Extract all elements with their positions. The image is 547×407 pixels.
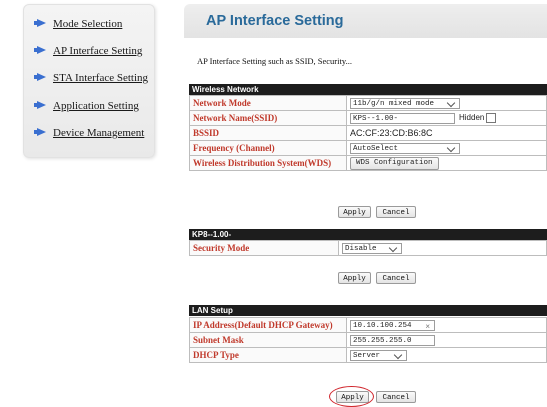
sidebar-item-label: Mode Selection [53, 18, 123, 30]
lan-settings-table: IP Address(Default DHCP Gateway) 10.10.1… [189, 317, 547, 363]
security-cancel-button[interactable]: Cancel [376, 272, 416, 284]
ssid-input[interactable]: KPS--1.00- [350, 112, 455, 124]
ip-address-input[interactable]: 10.10.100.254 × [350, 319, 435, 332]
network-mode-label: Network Mode [189, 95, 347, 111]
table-row: BSSID AC:CF:23:CD:B6:8C [189, 125, 547, 141]
chevron-down-icon [388, 243, 398, 252]
chevron-down-icon [446, 98, 456, 107]
sidebar-item-label: Application Setting [53, 100, 139, 112]
lan-cancel-button[interactable]: Cancel [376, 391, 416, 403]
wireless-apply-button[interactable]: Apply [338, 206, 371, 218]
dhcp-type-label: DHCP Type [189, 347, 347, 363]
bssid-label: BSSID [189, 125, 347, 141]
arrow-right-icon [34, 101, 46, 109]
ip-address-label: IP Address(Default DHCP Gateway) [189, 317, 347, 333]
sidebar-item-label: Device Management [53, 127, 145, 139]
arrow-right-icon [34, 46, 46, 54]
hidden-checkbox[interactable] [486, 113, 497, 124]
arrow-right-icon [34, 128, 46, 136]
wds-configuration-button[interactable]: WDS Configuration [350, 157, 439, 170]
security-settings-table: Security Mode Disable [189, 240, 547, 256]
sidebar-item-label: STA Interface Setting [53, 72, 149, 84]
ssid-label: Network Name(SSID) [189, 110, 347, 126]
arrow-right-icon [34, 19, 46, 27]
dhcp-type-select[interactable]: Server [350, 349, 407, 361]
frequency-value: AutoSelect [353, 144, 399, 153]
chevron-down-icon [393, 350, 403, 359]
frequency-label: Frequency (Channel) [189, 140, 347, 156]
wireless-cancel-button[interactable]: Cancel [376, 206, 416, 218]
section-header-lan: LAN Setup [189, 305, 547, 316]
clear-icon[interactable]: × [425, 321, 430, 332]
sidebar-item-ap-interface-setting[interactable]: AP Interface Setting [34, 45, 143, 57]
table-row: Wireless Distribution System(WDS) WDS Co… [189, 155, 547, 171]
table-row: DHCP Type Server [189, 347, 547, 363]
sidebar-nav: Mode Selection AP Interface Setting STA … [23, 4, 155, 158]
page-title: AP Interface Setting [206, 13, 344, 29]
security-mode-select[interactable]: Disable [342, 242, 402, 254]
table-row: Network Mode 11b/g/n mixed mode [189, 95, 547, 111]
frequency-select[interactable]: AutoSelect [350, 142, 460, 154]
table-row: IP Address(Default DHCP Gateway) 10.10.1… [189, 317, 547, 333]
section-header-wireless: Wireless Network [189, 84, 547, 95]
ip-address-value: 10.10.100.254 [353, 321, 412, 330]
sidebar-item-application-setting[interactable]: Application Setting [34, 100, 139, 112]
network-mode-select[interactable]: 11b/g/n mixed mode [350, 97, 460, 109]
table-row: Network Name(SSID) KPS--1.00- Hidden [189, 110, 547, 126]
table-row: Subnet Mask 255.255.255.0 [189, 332, 547, 348]
sidebar-item-sta-interface-setting[interactable]: STA Interface Setting [34, 72, 149, 84]
sidebar-item-device-management[interactable]: Device Management [34, 127, 145, 139]
hidden-label: Hidden [459, 113, 485, 123]
subnet-mask-label: Subnet Mask [189, 332, 347, 348]
security-apply-button[interactable]: Apply [338, 272, 371, 284]
table-row: Security Mode Disable [189, 240, 547, 256]
dhcp-type-value: Server [353, 351, 381, 360]
chevron-down-icon [446, 143, 456, 152]
sidebar-item-mode-selection[interactable]: Mode Selection [34, 18, 123, 30]
bssid-value: AC:CF:23:CD:B6:8C [346, 125, 547, 141]
arrow-right-icon [34, 73, 46, 81]
network-mode-value: 11b/g/n mixed mode [353, 99, 435, 108]
sidebar-item-label: AP Interface Setting [53, 45, 143, 57]
security-mode-value: Disable [345, 244, 377, 253]
section-header-security: KP8--1.00- [189, 229, 547, 240]
security-mode-label: Security Mode [189, 240, 339, 256]
page-description: AP Interface Setting such as SSID, Secur… [197, 56, 352, 66]
subnet-mask-input[interactable]: 255.255.255.0 [350, 334, 435, 346]
highlight-circle [329, 386, 374, 407]
wds-label: Wireless Distribution System(WDS) [189, 155, 347, 171]
page-header: AP Interface Setting [184, 4, 547, 38]
wireless-settings-table: Network Mode 11b/g/n mixed mode Network … [189, 95, 547, 171]
table-row: Frequency (Channel) AutoSelect [189, 140, 547, 156]
